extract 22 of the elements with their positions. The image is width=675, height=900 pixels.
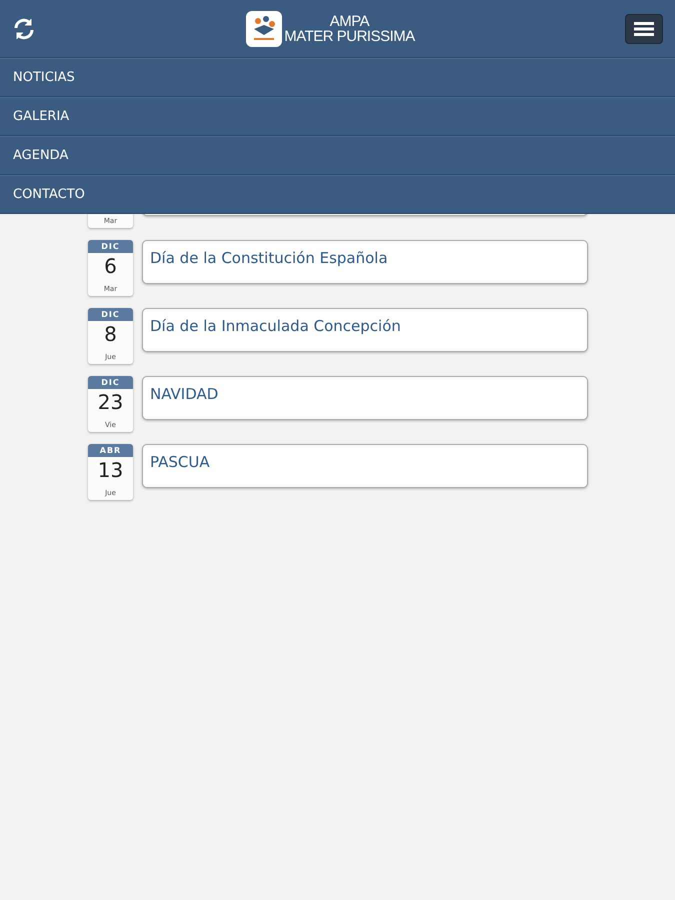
- month-label: ABR: [88, 444, 133, 457]
- menu-item[interactable]: AGENDA: [0, 136, 675, 175]
- event-card[interactable]: Día de la Constitución Española: [142, 240, 588, 284]
- event-card[interactable]: PASCUA: [142, 444, 588, 488]
- app-title: MATER PURISSIMA: [284, 28, 415, 44]
- event-card[interactable]: Día de la Inmaculada Concepción: [142, 308, 588, 352]
- month-label: DIC: [88, 376, 133, 389]
- day-number: 8: [104, 321, 117, 347]
- menu-item[interactable]: GALERIA: [0, 97, 675, 136]
- day-number: 13: [98, 457, 124, 483]
- menu-icon: [634, 22, 654, 36]
- logo-icon: [246, 10, 282, 46]
- event-card[interactable]: NAVIDAD: [142, 376, 588, 420]
- app-title: AMPA: [330, 14, 370, 28]
- month-label: DIC: [88, 240, 133, 253]
- day-number: 6: [104, 253, 117, 279]
- menu-button[interactable]: [624, 14, 663, 44]
- menu-item[interactable]: NOTICIAS: [0, 58, 675, 97]
- month-label: DIC: [88, 308, 133, 321]
- menu-item[interactable]: CONTACTO: [0, 175, 675, 214]
- day-number: 23: [98, 389, 124, 415]
- refresh-icon[interactable]: [12, 16, 36, 40]
